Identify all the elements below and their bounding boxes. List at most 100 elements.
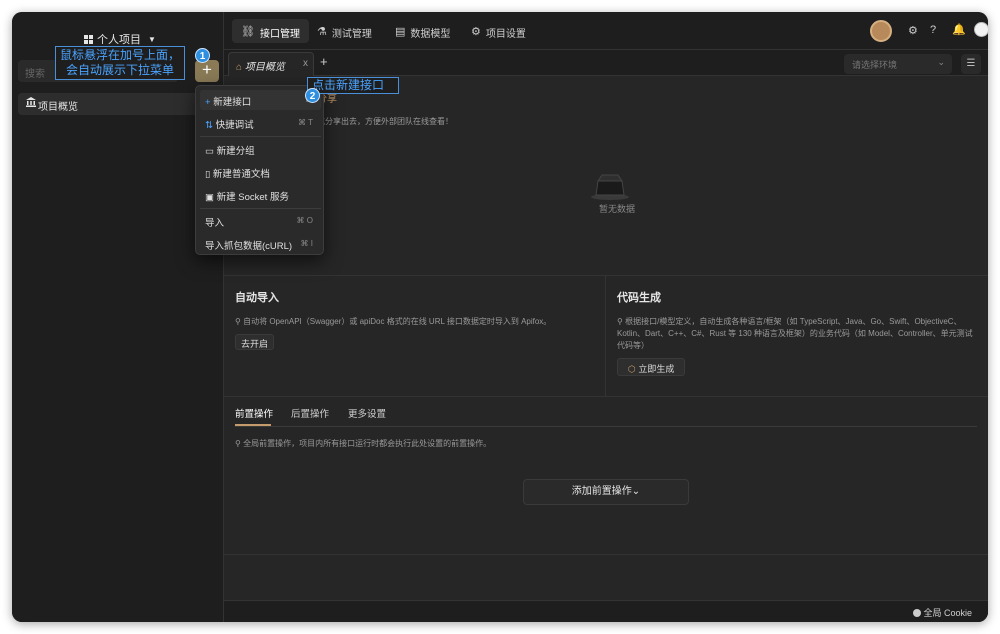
- menu-icon[interactable]: ☰: [961, 54, 981, 74]
- bank-icon: ⌂: [236, 62, 243, 73]
- empty-text: 暂无数据: [599, 204, 636, 214]
- divider: [235, 426, 977, 427]
- debug-icon: ⇅: [205, 120, 213, 131]
- step-badge-1: 1: [195, 48, 210, 63]
- tab-test-management[interactable]: ⚗ 测试管理: [308, 19, 381, 43]
- annotation-click-new: 点击新建接口: [307, 77, 399, 94]
- menu-item-new-doc[interactable]: ▯ 新建普通文档: [200, 162, 321, 182]
- enable-auto-import-button[interactable]: 去开启: [235, 334, 275, 350]
- menu-item-new-group[interactable]: ▭ 新建分组: [200, 139, 321, 159]
- menu-item-label: 导入抓包数据(cURL): [205, 241, 293, 252]
- pre-ops-desc-text: 全局前置操作，项目内所有接口运行时都会执行此处设置的前置操作。: [243, 439, 492, 448]
- sidebar-item-overview[interactable]: 项目概览: [18, 93, 218, 115]
- menu-item-label: 新建 Socket 服务: [216, 192, 289, 203]
- model-icon: ▤: [395, 26, 406, 38]
- socket-icon: ▣: [205, 192, 214, 203]
- menu-item-label: 新建分组: [216, 146, 255, 157]
- shortcut-label: ⌘ I: [300, 239, 313, 248]
- generate-label: 立即生成: [638, 364, 675, 374]
- tab-data-model[interactable]: ▤ 数据模型: [386, 19, 459, 43]
- codegen-description: ⚲ 根据接口/模型定义，自动生成各种语言/框架（如 TypeScript、Jav…: [617, 316, 977, 352]
- annotation-line: 鼠标悬浮在加号上面，: [60, 48, 181, 62]
- codegen-title: 代码生成: [617, 292, 661, 304]
- tab-label: 数据模型: [410, 29, 451, 40]
- cube-icon: ⬡: [628, 364, 636, 374]
- tab-label: 接口管理: [259, 29, 300, 40]
- annotation-line: 会自动展示下拉菜单: [65, 63, 174, 77]
- top-nav: ⛓ 接口管理 ⚗ 测试管理 ▤ 数据模型 ⚙ 项目设置 ⚙ ? 🔔: [224, 12, 988, 50]
- menu-item-import[interactable]: 导入 ⌘ O: [200, 211, 321, 231]
- bank-icon: [26, 97, 36, 110]
- tab-label: 测试管理: [331, 29, 372, 40]
- tab-project-settings[interactable]: ⚙ 项目设置: [462, 19, 535, 43]
- global-cookie-button[interactable]: 全局 Cookie: [913, 606, 972, 619]
- tab-label: 项目概览: [244, 62, 285, 73]
- divider: [200, 208, 321, 209]
- divider: [224, 554, 988, 555]
- help-icon[interactable]: ?: [930, 24, 936, 36]
- plus-icon: +: [205, 97, 211, 108]
- bell-icon[interactable]: 🔔: [952, 23, 966, 36]
- auto-import-title: 自动导入: [235, 292, 279, 304]
- generate-code-button[interactable]: ⬡ 立即生成: [617, 358, 686, 376]
- chevron-down-icon: ⌄: [631, 486, 641, 497]
- add-tab-button[interactable]: +: [320, 54, 328, 69]
- menu-item-new-api[interactable]: + 新建接口 ⌘: [200, 90, 321, 110]
- link-icon: ⛓: [241, 26, 255, 38]
- close-icon[interactable]: x: [303, 58, 308, 69]
- document-tabs: ⌂ 项目概览 x + 请选择环境 ⌄ ☰: [224, 50, 988, 76]
- status-bar: 全局 Cookie: [224, 600, 988, 622]
- menu-item-quick-debug[interactable]: ⇅ 快捷调试 ⌘ T: [200, 113, 321, 133]
- cookie-icon: [913, 609, 922, 617]
- add-pre-op-label: 添加前置操作: [571, 486, 632, 497]
- gear-icon: ⚙: [471, 26, 481, 38]
- sidebar-item-label: 项目概览: [38, 102, 78, 113]
- caret-down-icon: ▼: [148, 34, 156, 44]
- new-item-dropdown: + 新建接口 ⌘ ⇅ 快捷调试 ⌘ T ▭ 新建分组 ▯ 新建普通文档 ▣ 新建…: [195, 85, 324, 255]
- pin-icon: ⚲: [617, 317, 626, 326]
- app-window: 个人项目 ▼ 搜索 + 项目概览 ⛓ 接口管理 ⚗ 测试管理 ▤ 数据模型 ⚙ …: [12, 12, 988, 622]
- flask-icon: ⚗: [317, 26, 327, 38]
- tab-more-settings[interactable]: 更多设置: [348, 406, 386, 420]
- add-pre-op-button[interactable]: 添加前置操作⌄: [523, 479, 689, 505]
- pin-icon: ⚲: [235, 317, 244, 326]
- tab-label: 项目设置: [485, 29, 526, 40]
- menu-item-label: 新建接口: [213, 97, 252, 108]
- project-switcher[interactable]: 个人项目 ▼: [84, 31, 156, 47]
- env-placeholder: 请选择环境: [852, 60, 898, 70]
- tab-project-overview[interactable]: ⌂ 项目概览 x: [228, 52, 314, 76]
- settings-icon[interactable]: ⚙: [908, 24, 918, 37]
- share-description: 式分享出去，方便外部团队在线查看！: [317, 117, 453, 126]
- empty-box-icon: [591, 174, 629, 200]
- sidebar: 个人项目 ▼ 搜索 + 项目概览: [12, 12, 224, 622]
- tab-post-ops[interactable]: 后置操作: [291, 406, 329, 420]
- project-title: 个人项目: [97, 34, 141, 46]
- tab-pre-ops[interactable]: 前置操作: [235, 406, 273, 420]
- folder-icon: ▭: [205, 146, 214, 157]
- user-avatar[interactable]: [974, 22, 988, 37]
- menu-item-new-socket[interactable]: ▣ 新建 Socket 服务: [200, 185, 321, 205]
- annotation-hover-plus: 鼠标悬浮在加号上面， 会自动展示下拉菜单: [55, 46, 185, 80]
- tab-api-management[interactable]: ⛓ 接口管理: [232, 19, 309, 43]
- cookie-label: 全局 Cookie: [923, 608, 972, 618]
- main-content: 分享 式分享出去，方便外部团队在线查看！ 暂无数据 自动导入 ⚲ 自动将 Ope…: [224, 76, 988, 622]
- auto-import-description: ⚲ 自动将 OpenAPI（Swagger）或 apiDoc 格式的在线 URL…: [235, 316, 595, 328]
- step-badge-2: 2: [305, 88, 320, 103]
- add-button[interactable]: +: [195, 60, 219, 82]
- environment-select[interactable]: 请选择环境 ⌄: [844, 54, 952, 74]
- pin-icon: ⚲: [235, 439, 244, 448]
- divider: [224, 396, 988, 397]
- pre-ops-description: ⚲ 全局前置操作，项目内所有接口运行时都会执行此处设置的前置操作。: [235, 438, 491, 449]
- shortcut-label: ⌘ O: [296, 216, 313, 225]
- sync-avatar-icon[interactable]: [870, 20, 892, 42]
- shortcut-label: ⌘ T: [298, 118, 313, 127]
- codegen-card: 代码生成 ⚲ 根据接口/模型定义，自动生成各种语言/框架（如 TypeScrip…: [606, 276, 988, 396]
- auto-import-desc-text: 自动将 OpenAPI（Swagger）或 apiDoc 格式的在线 URL 接…: [243, 317, 552, 326]
- menu-item-import-curl[interactable]: 导入抓包数据(cURL) ⌘ I: [200, 234, 321, 254]
- divider: [200, 136, 321, 137]
- codegen-desc-text: 根据接口/模型定义，自动生成各种语言/框架（如 TypeScript、Java、…: [617, 317, 973, 350]
- auto-import-card: 自动导入 ⚲ 自动将 OpenAPI（Swagger）或 apiDoc 格式的在…: [224, 276, 606, 396]
- document-icon: ▯: [205, 169, 211, 180]
- menu-item-label: 快捷调试: [215, 120, 254, 131]
- chevron-down-icon: ⌄: [937, 57, 945, 67]
